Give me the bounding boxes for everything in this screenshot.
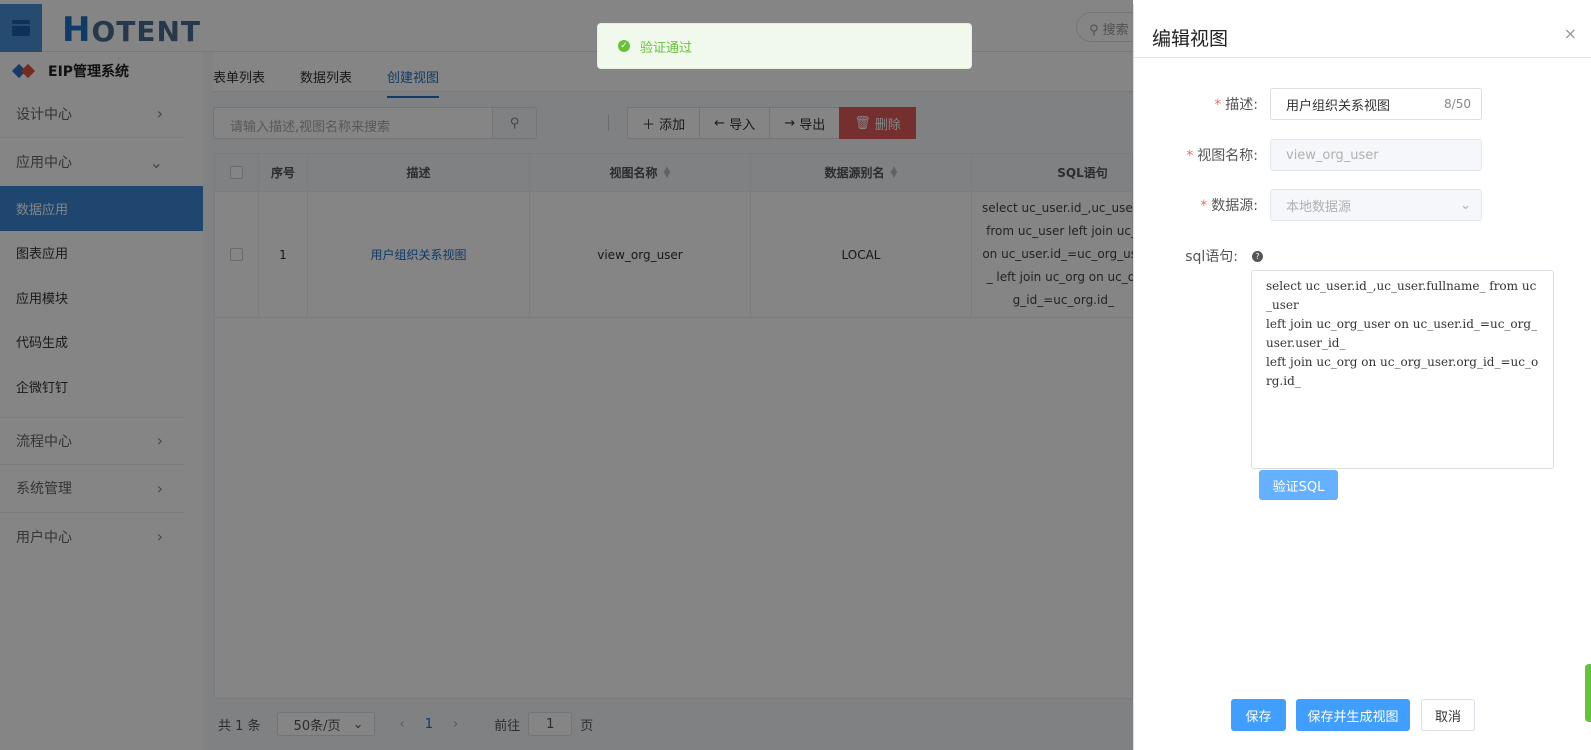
view-name-input[interactable]: view_org_user bbox=[1270, 139, 1482, 171]
drawer-divider bbox=[1134, 57, 1591, 58]
cancel-button[interactable]: 取消 bbox=[1421, 699, 1475, 731]
sql-label: sql语句: bbox=[1185, 249, 1238, 265]
char-count: 8/50 bbox=[1444, 97, 1471, 111]
save-button[interactable]: 保存 bbox=[1231, 699, 1286, 731]
verify-sql-button[interactable]: 验证SQL bbox=[1259, 470, 1338, 500]
datasource-label: * 数据源: bbox=[1200, 198, 1258, 214]
chevron-down-icon: ⌄ bbox=[1460, 197, 1471, 213]
help-icon[interactable]: ? bbox=[1252, 251, 1263, 262]
view-name-label: * 视图名称: bbox=[1186, 148, 1258, 164]
edit-view-drawer: 编辑视图 × * 描述: 用户组织关系视图 8/50 * 视图名称: view_or… bbox=[1133, 4, 1591, 750]
save-generate-button[interactable]: 保存并生成视图 bbox=[1296, 699, 1410, 731]
success-toast: ✓ 验证通过 bbox=[597, 23, 972, 69]
check-circle-icon: ✓ bbox=[618, 40, 630, 52]
description-label: * 描述: bbox=[1214, 97, 1258, 113]
description-input[interactable]: 用户组织关系视图 8/50 bbox=[1270, 88, 1482, 120]
modal-overlay[interactable] bbox=[0, 0, 1133, 750]
sql-textarea[interactable]: select uc_user.id_,uc_user.fullname_ fro… bbox=[1251, 270, 1554, 469]
drawer-title: 编辑视图 bbox=[1152, 28, 1229, 50]
datasource-select[interactable]: 本地数据源 ⌄ bbox=[1270, 189, 1482, 221]
side-float-tab[interactable] bbox=[1585, 664, 1591, 722]
close-icon[interactable]: × bbox=[1564, 24, 1577, 43]
